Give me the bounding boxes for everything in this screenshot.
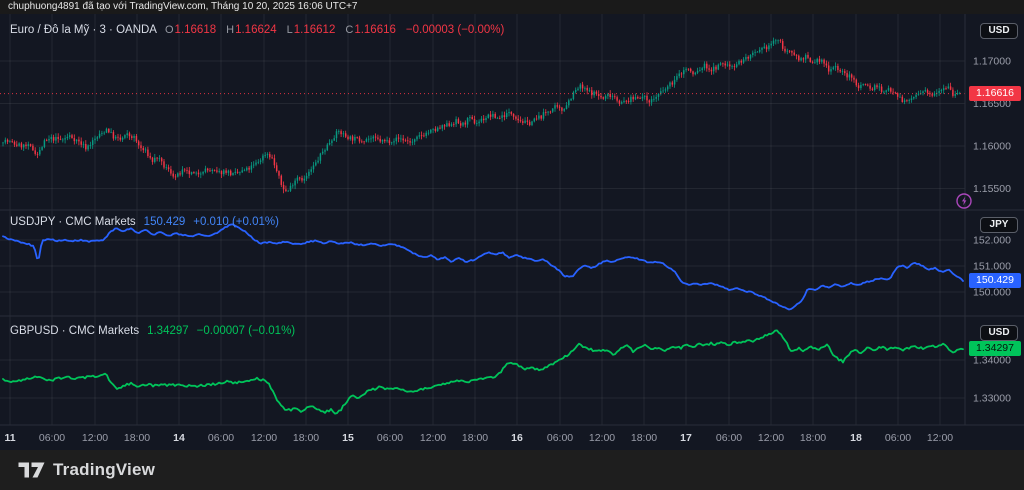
time-tick-label: 18:00 [293,432,319,444]
chart-canvas[interactable]: 1.170001.165001.160001.15500152.000151.0… [0,14,1024,450]
legend-eurusd[interactable]: Euro / Đô la Mỹ · 3 · OANDA O1.16618 H1.… [10,24,504,36]
price-tick-label: 1.33000 [973,393,1011,405]
attribution-bar: chuphuong4891 đã tạo với TradingView.com… [0,0,1024,14]
time-tick-label: 12:00 [758,432,784,444]
currency-button-usdjpy[interactable]: JPY [980,217,1018,233]
time-tick-label: 14 [173,432,185,444]
time-tick-label: 18:00 [631,432,657,444]
symbol-title-gbpusd: GBPUSD · CMC Markets [10,325,139,337]
chart-area: 1.170001.165001.160001.15500152.000151.0… [0,14,1024,450]
price-tick-label: 1.34000 [973,355,1011,367]
boost-lightning-icon[interactable] [955,192,973,210]
gbpusd-line [3,330,963,413]
price-tick-label: 150.000 [973,287,1011,299]
change-eurusd: −0.00003 (−0.00%) [406,24,504,36]
time-tick-label: 12:00 [82,432,108,444]
price-label-eurusd: 1.16616 [969,86,1021,101]
time-tick-label: 18:00 [800,432,826,444]
time-tick-label: 06:00 [208,432,234,444]
time-tick-label: 12:00 [420,432,446,444]
ohlc-low: L1.16612 [287,24,336,36]
tradingview-logo-icon [18,462,45,478]
tradingview-wordmark: TradingView [53,460,155,480]
price-tick-label: 151.000 [973,261,1011,273]
time-tick-label: 06:00 [39,432,65,444]
legend-usdjpy[interactable]: USDJPY · CMC Markets 150.429 +0.010 (+0.… [10,216,279,228]
time-scale[interactable]: 11 06:00 12:00 18:00 14 06:00 12:00 18:00 15 06:0… [4,432,953,444]
price-tick-label: 1.16000 [973,141,1011,153]
time-tick-label: 06:00 [377,432,403,444]
time-tick-label: 12:00 [251,432,277,444]
time-tick-label: 06:00 [547,432,573,444]
price-label-usdjpy: 150.429 [969,273,1021,288]
time-tick-label: 12:00 [927,432,953,444]
footer-bar: TradingView [0,450,1024,490]
time-tick-label: 15 [342,432,354,444]
currency-button-eurusd[interactable]: USD [980,23,1018,39]
price-tick-label: 152.000 [973,235,1011,247]
time-tick-label: 18:00 [124,432,150,444]
time-tick-label: 06:00 [716,432,742,444]
value-gbpusd: 1.34297 [147,325,189,337]
price-tick-label: 1.17000 [973,56,1011,68]
ohlc-open: O1.16618 [165,24,216,36]
time-tick-label: 06:00 [885,432,911,444]
attribution-text: chuphuong4891 đã tạo với TradingView.com… [8,1,358,12]
time-tick-label: 16 [511,432,523,444]
symbol-title-usdjpy: USDJPY · CMC Markets [10,216,136,228]
value-usdjpy: 150.429 [144,216,186,228]
symbol-title-eurusd: Euro / Đô la Mỹ · 3 · OANDA [10,24,157,36]
ohlc-close: C1.16616 [345,24,396,36]
time-tick-label: 18 [850,432,862,444]
change-gbpusd: −0.00007 (−0.01%) [197,325,295,337]
price-label-gbpusd: 1.34297 [969,341,1021,356]
time-tick-label: 12:00 [589,432,615,444]
time-tick-label: 18:00 [462,432,488,444]
change-usdjpy: +0.010 (+0.01%) [193,216,279,228]
price-tick-label: 1.15500 [973,183,1011,195]
time-tick-label: 11 [4,432,15,444]
legend-gbpusd[interactable]: GBPUSD · CMC Markets 1.34297 −0.00007 (−… [10,325,295,337]
time-tick-label: 17 [680,432,692,444]
ohlc-high: H1.16624 [226,24,277,36]
usdjpy-line [3,224,963,309]
currency-button-gbpusd[interactable]: USD [980,325,1018,341]
